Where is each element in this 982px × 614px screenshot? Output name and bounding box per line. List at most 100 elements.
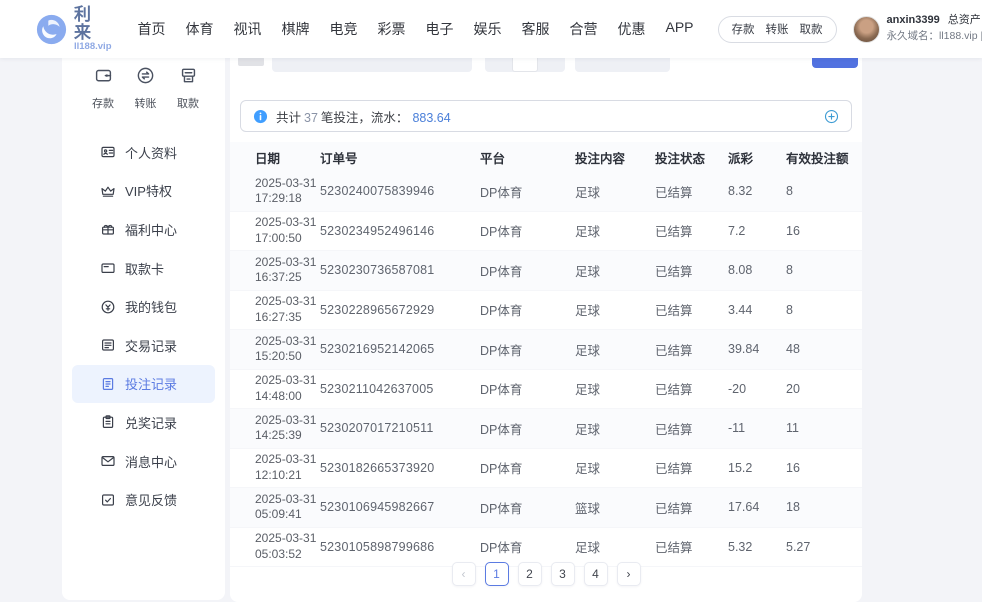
- brand-name: 利 来: [74, 6, 112, 42]
- nav-item[interactable]: 电子: [426, 19, 454, 39]
- nav-item[interactable]: 首页: [138, 19, 166, 39]
- top-navigation: 首页体育视讯棋牌电竞彩票电子娱乐客服合营优惠 APP: [138, 19, 694, 39]
- table-header-cell: 投注内容: [575, 148, 655, 167]
- cell-valid-amount: 20: [786, 382, 862, 396]
- pagination-page-button[interactable]: 4: [584, 562, 608, 586]
- wallet-icon: [100, 299, 116, 315]
- nav-item[interactable]: 棋牌: [282, 19, 310, 39]
- cell-order-number: 5230182665373920: [320, 461, 480, 475]
- quick-action[interactable]: 取款: [177, 66, 199, 111]
- pagination: ‹ 1234 ›: [230, 562, 862, 586]
- plus-circle-icon[interactable]: [824, 109, 839, 124]
- cell-payout: -20: [728, 382, 786, 396]
- cell-platform: DP体育: [480, 419, 575, 438]
- bet-record-icon: [100, 376, 116, 392]
- message-icon: [100, 453, 116, 469]
- deposit-button[interactable]: 存款: [732, 21, 755, 37]
- cell-bet-content: 足球: [575, 182, 655, 201]
- sidebar-item[interactable]: 个人资料: [72, 133, 215, 172]
- nav-item[interactable]: 彩票: [378, 19, 406, 39]
- cell-order-number: 5230207017210511: [320, 421, 480, 435]
- cell-bet-content: 足球: [575, 261, 655, 280]
- cell-payout: 7.2: [728, 224, 786, 238]
- table-body: 2025-03-3117:29:18 5230240075839946 DP体育…: [230, 172, 862, 567]
- id-card-icon: [100, 144, 116, 160]
- pagination-page-button[interactable]: 1: [485, 562, 509, 586]
- withdraw-icon: [179, 66, 198, 90]
- cell-payout: 17.64: [728, 500, 786, 514]
- sidebar: 存款 转账 取款 个人资料: [62, 40, 225, 600]
- cell-valid-amount: 5.27: [786, 540, 862, 554]
- nav-item[interactable]: 体育: [186, 19, 214, 39]
- username[interactable]: anxin3399: [887, 14, 940, 26]
- sidebar-menu: 个人资料 VIP特权 福利中心 取款卡: [62, 133, 225, 519]
- nav-item[interactable]: 合营: [570, 19, 598, 39]
- cell-date: 2025-03-3112:10:21: [255, 452, 320, 483]
- sidebar-item[interactable]: 我的钱包: [72, 287, 215, 326]
- pagination-pages: 1234: [485, 562, 608, 586]
- transaction-icon: [100, 337, 116, 353]
- cell-payout: 8.32: [728, 184, 786, 198]
- cell-order-number: 5230211042637005: [320, 382, 480, 396]
- nav-item[interactable]: APP: [666, 19, 694, 39]
- cell-bet-status: 已结算: [655, 498, 728, 517]
- wallet-pill: 存款 转账 取款: [718, 16, 837, 43]
- cell-bet-status: 已结算: [655, 379, 728, 398]
- cell-bet-status: 已结算: [655, 182, 728, 201]
- sidebar-item[interactable]: 消息中心: [72, 442, 215, 481]
- cell-valid-amount: 8: [786, 263, 862, 277]
- sidebar-item[interactable]: 投注记录: [72, 365, 215, 404]
- cell-bet-status: 已结算: [655, 221, 728, 240]
- cell-order-number: 5230106945982667: [320, 500, 480, 514]
- crown-icon: [100, 183, 116, 199]
- cell-bet-content: 足球: [575, 379, 655, 398]
- cell-payout: 15.2: [728, 461, 786, 475]
- sidebar-item[interactable]: VIP特权: [72, 172, 215, 211]
- pagination-page-button[interactable]: 3: [551, 562, 575, 586]
- cell-payout: -11: [728, 421, 786, 435]
- sidebar-item[interactable]: 意见反馈: [72, 480, 215, 519]
- nav-item[interactable]: 视讯: [234, 19, 262, 39]
- nav-item[interactable]: 娱乐: [474, 19, 502, 39]
- logo[interactable]: 利 来 ll188.vip: [36, 6, 112, 52]
- gift-icon: [100, 221, 116, 237]
- table-header: 日期订单号平台投注内容投注状态派彩有效投注额: [230, 142, 862, 172]
- cell-bet-content: 足球: [575, 537, 655, 556]
- table-header-cell: 有效投注额: [786, 148, 862, 167]
- pagination-page-button[interactable]: 2: [518, 562, 542, 586]
- pagination-prev-button[interactable]: ‹: [452, 562, 476, 586]
- nav-item[interactable]: 客服: [522, 19, 550, 39]
- cell-date: 2025-03-3117:00:50: [255, 215, 320, 246]
- nav-item[interactable]: 电竞: [330, 19, 358, 39]
- cell-payout: 3.44: [728, 303, 786, 317]
- user-box: anxin3399总资产：1363.49元 永久域名：ll188.vip | l…: [853, 13, 982, 44]
- sidebar-item[interactable]: 取款卡: [72, 249, 215, 288]
- quick-action[interactable]: 转账: [135, 66, 157, 111]
- sidebar-item[interactable]: 福利中心: [72, 210, 215, 249]
- transfer-button[interactable]: 转账: [766, 21, 789, 37]
- cell-order-number: 5230230736587081: [320, 263, 480, 277]
- table-row: 2025-03-3105:09:41 5230106945982667 DP体育…: [230, 488, 862, 528]
- cell-date: 2025-03-3114:25:39: [255, 413, 320, 444]
- cell-order-number: 5230234952496146: [320, 224, 480, 238]
- cell-platform: DP体育: [480, 182, 575, 201]
- sidebar-item[interactable]: 交易记录: [72, 326, 215, 365]
- cell-payout: 39.84: [728, 342, 786, 356]
- transfer-icon: [136, 66, 155, 90]
- cell-date: 2025-03-3117:29:18: [255, 176, 320, 207]
- avatar[interactable]: [853, 16, 880, 43]
- cell-bet-content: 足球: [575, 340, 655, 359]
- permanent-domain: 永久域名：ll188.vip | ll188....: [887, 29, 982, 44]
- sidebar-item[interactable]: 兑奖记录: [72, 403, 215, 442]
- bet-count: 37: [304, 111, 318, 125]
- cell-platform: DP体育: [480, 379, 575, 398]
- pagination-next-button[interactable]: ›: [617, 562, 641, 586]
- info-icon: [253, 109, 268, 124]
- filter-label: [238, 57, 264, 66]
- table-row: 2025-03-3114:25:39 5230207017210511 DP体育…: [230, 409, 862, 449]
- cell-payout: 8.08: [728, 263, 786, 277]
- page: 存款 转账 取款 个人资料: [0, 0, 982, 614]
- nav-item[interactable]: 优惠: [618, 19, 646, 39]
- withdraw-button[interactable]: 取款: [800, 21, 823, 37]
- quick-action[interactable]: 存款: [92, 66, 114, 111]
